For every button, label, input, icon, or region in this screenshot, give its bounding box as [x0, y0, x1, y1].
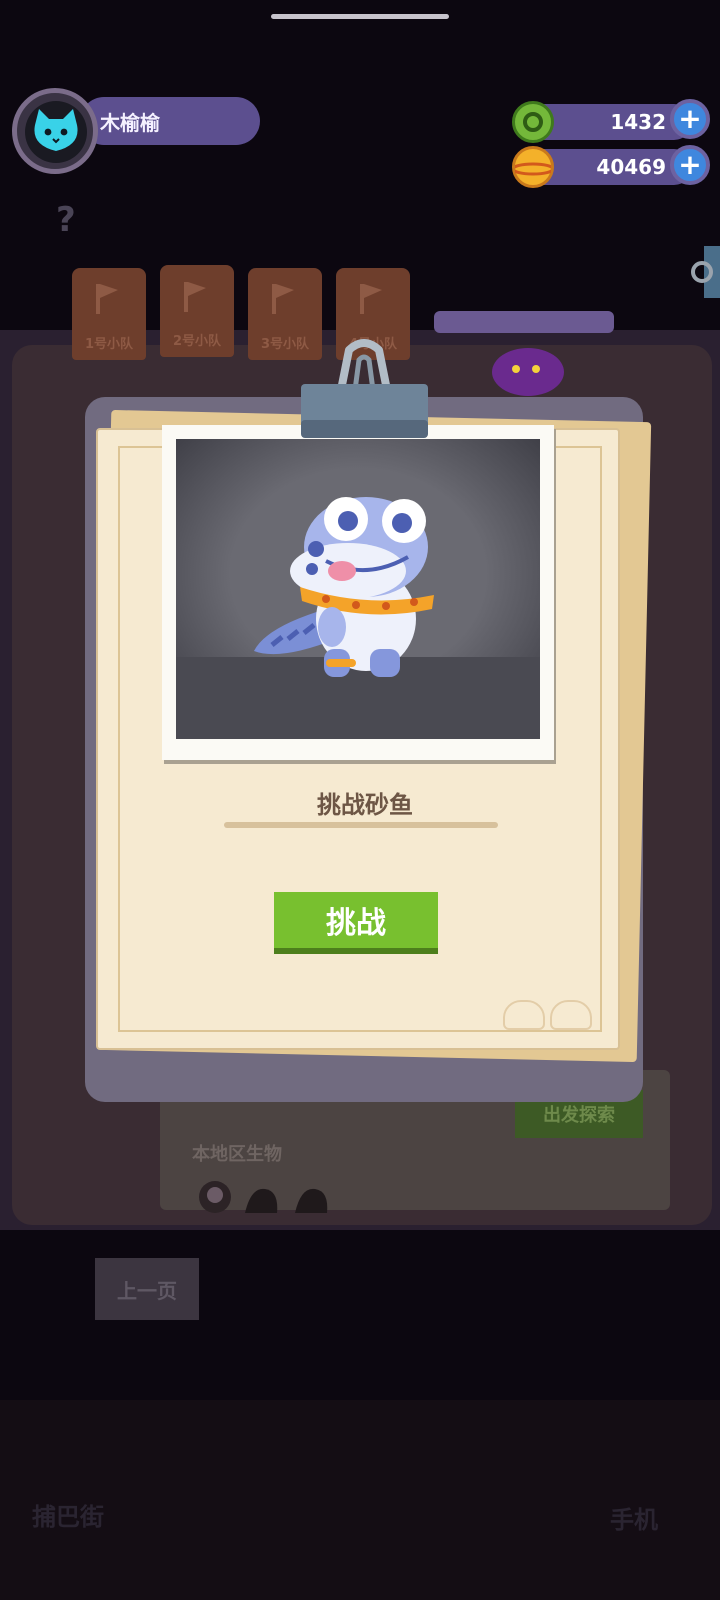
title-underline: [224, 822, 498, 828]
squad-label-1: 1号小队: [84, 337, 134, 352]
home-indicator: [271, 14, 449, 19]
add-gem-button[interactable]: +: [670, 99, 710, 139]
cat-avatar-icon: [25, 101, 87, 163]
gem-currency-value: 1432: [610, 110, 666, 134]
coin-currency-value: 40469: [596, 155, 666, 179]
side-clip-icon[interactable]: [690, 246, 720, 298]
creature-silhouettes-icon: [199, 1181, 328, 1213]
gold-planet-coin-icon: [511, 146, 555, 188]
player-name: 木榆榆: [100, 111, 160, 135]
pencil-decoration: [434, 311, 614, 333]
local-creatures-label: 本地区生物: [192, 1144, 282, 1165]
binder-clip-icon: [301, 339, 428, 438]
green-gem-coin-icon: [512, 101, 554, 143]
help-hint: ?: [56, 200, 76, 240]
cat-stamp-icon: [550, 1000, 592, 1030]
prev-page-button[interactable]: 上一页: [95, 1258, 199, 1320]
creature-photo: [176, 439, 540, 739]
flag-icons: [96, 282, 382, 314]
add-coin-button[interactable]: +: [670, 145, 710, 185]
bottom-nav-left-label[interactable]: 捕巴街: [32, 1497, 104, 1532]
cat-stamp-icon: [503, 1000, 545, 1030]
squad-label-2: 2号小队: [172, 334, 222, 349]
purple-blob-creature-icon: [492, 348, 564, 396]
bottom-nav-right-label[interactable]: 手机: [610, 1500, 658, 1535]
challenge-button[interactable]: 挑战: [274, 892, 438, 954]
sand-fish-lizard-icon: [176, 439, 540, 739]
challenge-title: 挑战砂鱼: [317, 791, 413, 819]
